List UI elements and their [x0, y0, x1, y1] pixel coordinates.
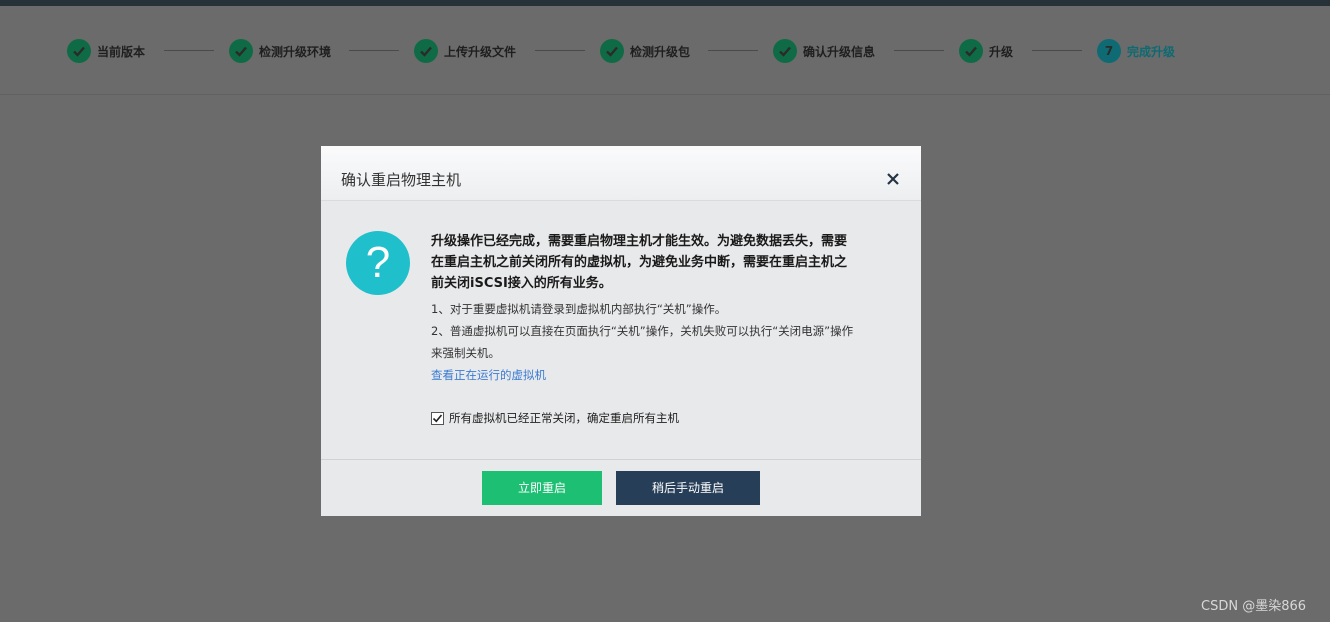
close-icon[interactable] [885, 171, 901, 187]
confirm-row: 所有虚拟机已经正常关闭，确定重启所有主机 [431, 409, 679, 427]
step-upgrade: 升级 [959, 39, 1013, 63]
step-label: 检测升级包 [630, 44, 691, 59]
check-circle-icon [959, 39, 983, 63]
check-circle-icon [773, 39, 797, 63]
instruction-item: 1、对于重要虚拟机请登录到虚拟机内部执行“关机”操作。 [431, 302, 727, 316]
check-circle-icon [600, 39, 624, 63]
restart-now-button[interactable]: 立即重启 [482, 471, 602, 505]
step-connector [1032, 50, 1082, 51]
step-connector [708, 50, 758, 51]
step-connector [894, 50, 944, 51]
confirm-checkbox[interactable] [431, 411, 444, 425]
restart-host-dialog: 确认重启物理主机 ? 升级操作已经完成，需要重启物理主机才能生效。为避免数据丢失… [321, 146, 921, 516]
step-check-package: 检测升级包 [600, 39, 690, 63]
check-circle-icon [414, 39, 438, 63]
step-label: 上传升级文件 [444, 44, 517, 59]
step-label: 升级 [989, 44, 1014, 59]
step-number-badge: 7 [1097, 39, 1121, 63]
step-label: 确认升级信息 [803, 44, 876, 59]
step-connector [535, 50, 585, 51]
confirm-label: 所有虚拟机已经正常关闭，确定重启所有主机 [449, 411, 679, 425]
step-label: 当前版本 [97, 44, 146, 59]
main-message: 升级操作已经完成，需要重启物理主机才能生效。为避免数据丢失，需要在重启主机之前关… [431, 234, 848, 291]
step-current-version: 当前版本 [67, 39, 145, 63]
upgrade-step-bar: 当前版本 检测升级环境 上传升级文件 检测升级包 确认升级信息 升级 7 完成升… [0, 6, 1330, 95]
instruction-item: 2、普通虚拟机可以直接在页面执行“关机”操作，关机失败可以执行“关闭电源”操作来… [431, 324, 854, 360]
check-circle-icon [229, 39, 253, 63]
dialog-header: 确认重启物理主机 [321, 146, 921, 201]
restart-later-button[interactable]: 稍后手动重启 [616, 471, 760, 505]
check-circle-icon [67, 39, 91, 63]
step-check-environment: 检测升级环境 [229, 39, 331, 63]
watermark: CSDN @墨染866 [1201, 599, 1307, 614]
question-icon: ? [346, 231, 410, 295]
step-connector [164, 50, 214, 51]
step-label: 完成升级 [1127, 44, 1176, 59]
dialog-title: 确认重启物理主机 [341, 171, 462, 189]
step-confirm-info: 确认升级信息 [773, 39, 875, 63]
step-label: 检测升级环境 [259, 44, 332, 59]
dialog-footer: 立即重启 稍后手动重启 [321, 459, 921, 516]
step-connector [349, 50, 399, 51]
checkmark-icon [432, 413, 443, 422]
dialog-body: ? 升级操作已经完成，需要重启物理主机才能生效。为避免数据丢失，需要在重启主机之… [321, 201, 921, 459]
step-upload-file: 上传升级文件 [414, 39, 516, 63]
step-finish-upgrade: 7 完成升级 [1097, 39, 1175, 63]
view-running-vms-link[interactable]: 查看正在运行的虚拟机 [431, 364, 546, 386]
